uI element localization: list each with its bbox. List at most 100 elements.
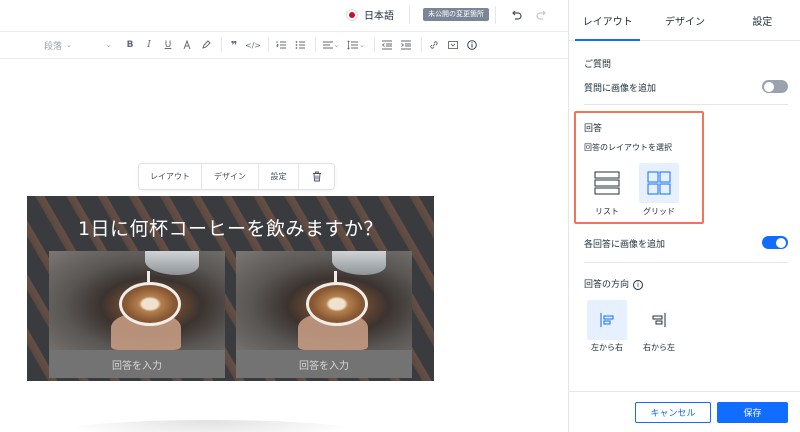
text-formatting-toolbar: 段落 ⌄ ⌄ B I U ❞ </> ⌄ ⌄: [0, 31, 568, 59]
tab-design[interactable]: デザイン: [646, 0, 723, 40]
question-title[interactable]: 1日に何杯コーヒーを飲みますか？: [27, 214, 434, 241]
chevron-down-icon: ⌄: [333, 41, 340, 49]
chevron-down-icon: ⌄: [66, 41, 72, 49]
right-to-left-option[interactable]: [639, 300, 679, 340]
link-icon: [430, 41, 438, 49]
outdent-icon: [382, 40, 393, 50]
float-layout-button[interactable]: レイアウト: [139, 164, 202, 189]
toggle-knob: [764, 81, 774, 92]
bold-icon: B: [126, 40, 134, 50]
top-bar: 日本語 未公開の変更箇所: [0, 0, 568, 30]
grid-layout-label: グリッド: [643, 207, 675, 216]
grid-layout-option[interactable]: [639, 163, 679, 203]
insert-button[interactable]: [445, 35, 461, 55]
section-divider: [584, 104, 788, 105]
highlight-button[interactable]: [198, 35, 214, 55]
align-left-direction-icon: [600, 313, 614, 327]
toolbar-divider: [221, 38, 222, 52]
numbered-list-icon: [276, 41, 286, 49]
list-layout-icon: [594, 171, 620, 195]
add-question-image-toggle[interactable]: [762, 80, 788, 93]
answer-input[interactable]: 回答を入力: [49, 350, 225, 378]
answer-input[interactable]: 回答を入力: [236, 350, 412, 378]
toolbar-divider: [421, 38, 423, 52]
italic-button[interactable]: I: [141, 35, 157, 55]
language-selector[interactable]: 日本語: [346, 7, 394, 22]
toolbar-divider: [315, 38, 317, 52]
grid-layout-icon: [647, 171, 671, 195]
toolbar-divider: [374, 38, 376, 52]
add-question-image-label: 質問に画像を追加: [584, 84, 657, 94]
undo-button[interactable]: [506, 5, 526, 25]
answer-direction-label: 回答の方向: [584, 280, 630, 290]
coffee-cup-shape: [306, 282, 368, 326]
left-to-right-option[interactable]: [587, 300, 627, 340]
editor-canvas: 日本語 未公開の変更箇所 段落 ⌄ ⌄ B I U ❞ </> ⌄ ⌄ レイアウ…: [0, 0, 568, 432]
align-left-icon: [322, 41, 333, 49]
insert-box-icon: [448, 41, 459, 49]
question-card[interactable]: 1日に何杯コーヒーを飲みますか？ 回答を入力 回答を入力: [27, 196, 434, 381]
save-button[interactable]: 保存: [717, 402, 788, 423]
divider: [495, 6, 496, 24]
tab-layout[interactable]: レイアウト: [569, 0, 646, 41]
text-color-icon: [183, 40, 191, 50]
coffee-cup-shape: [119, 282, 181, 326]
japan-flag-icon: [346, 8, 358, 21]
redo-button[interactable]: [532, 5, 552, 25]
text-align-dropdown[interactable]: ⌄: [320, 35, 342, 55]
numbered-list-button[interactable]: [273, 35, 289, 55]
info-icon[interactable]: i: [633, 279, 644, 290]
code-icon: </>: [245, 40, 262, 50]
section-divider: [584, 262, 788, 263]
answer-option[interactable]: 回答を入力: [49, 251, 225, 378]
underline-button[interactable]: U: [160, 35, 176, 55]
list-layout-option[interactable]: [587, 163, 627, 203]
font-size-dropdown[interactable]: ⌄: [97, 35, 119, 55]
italic-icon: I: [147, 40, 151, 50]
divider: [409, 6, 410, 24]
line-spacing-icon: [347, 40, 359, 50]
bulleted-list-button[interactable]: [292, 35, 308, 55]
cancel-button[interactable]: キャンセル: [635, 402, 711, 423]
unpublished-changes-badge[interactable]: 未公開の変更箇所: [423, 8, 489, 21]
link-button[interactable]: [426, 35, 442, 55]
bulleted-list-icon: [295, 41, 305, 49]
info-button[interactable]: [464, 35, 480, 55]
paragraph-style-label: 段落: [44, 41, 63, 52]
panel-footer: キャンセル 保存: [569, 391, 800, 432]
coffee-latte-art-image: [236, 251, 412, 350]
code-button[interactable]: </>: [245, 35, 261, 55]
chevron-down-icon: ⌄: [359, 41, 366, 49]
quote-button[interactable]: ❞: [226, 35, 242, 55]
increase-indent-button[interactable]: [398, 35, 414, 55]
answer-section-title: 回答: [584, 124, 603, 134]
add-answer-image-toggle[interactable]: [762, 236, 788, 249]
text-color-button[interactable]: [179, 35, 195, 55]
language-label: 日本語: [364, 11, 394, 22]
tab-settings[interactable]: 設定: [724, 0, 800, 40]
trash-icon: [312, 171, 321, 182]
float-settings-button[interactable]: 設定: [259, 164, 299, 189]
quote-icon: ❞: [230, 38, 238, 52]
next-element-shadow: [60, 420, 360, 432]
answer-option[interactable]: 回答を入力: [236, 251, 412, 378]
left-to-right-label: 左から右: [591, 343, 623, 352]
paragraph-style-dropdown[interactable]: 段落 ⌄: [44, 35, 94, 55]
decrease-indent-button[interactable]: [379, 35, 395, 55]
delete-button[interactable]: [299, 164, 334, 189]
answer-layout-prompt: 回答のレイアウトを選択: [584, 143, 672, 152]
toggle-knob: [776, 237, 786, 248]
line-spacing-dropdown[interactable]: ⌄: [345, 35, 367, 55]
milk-pitcher-shape: [145, 251, 199, 275]
toolbar-divider: [268, 38, 270, 52]
right-to-left-label: 右から左: [643, 343, 675, 352]
list-layout-label: リスト: [595, 207, 619, 216]
undo-icon: [512, 10, 522, 20]
milk-pitcher-shape: [332, 251, 386, 275]
panel-tabs: レイアウト デザイン 設定: [569, 0, 800, 41]
settings-panel: レイアウト デザイン 設定 ご質問 質問に画像を追加 回答 回答のレイアウトを選…: [568, 0, 800, 432]
float-design-button[interactable]: デザイン: [202, 164, 259, 189]
element-floating-toolbar: レイアウト デザイン 設定: [138, 163, 335, 190]
bold-button[interactable]: B: [122, 35, 138, 55]
highlight-pen-icon: [202, 40, 211, 49]
